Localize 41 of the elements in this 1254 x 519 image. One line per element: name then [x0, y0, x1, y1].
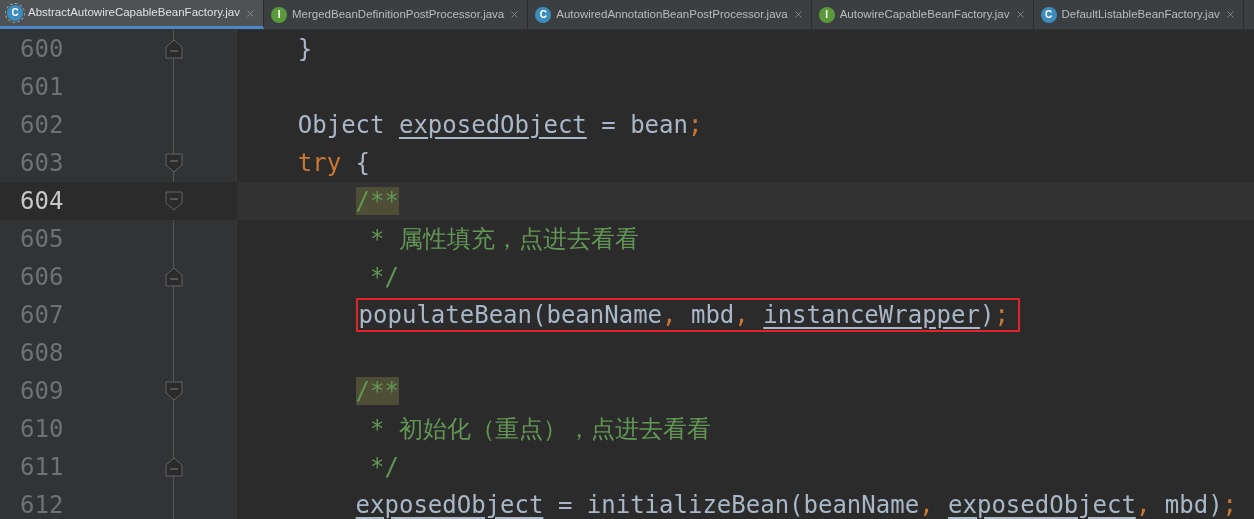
tab-label: AbstractAutowireCapableBeanFactory.jav	[28, 5, 240, 21]
abstract-class-icon: C	[7, 5, 23, 21]
close-icon[interactable]	[1014, 9, 1026, 20]
tab-label: DefaultListableBeanFactory.jav	[1061, 6, 1220, 22]
code-line: * 初始化（重点），点进去看看	[370, 414, 711, 444]
line-number: 609	[20, 376, 64, 406]
class-icon: C	[1040, 6, 1057, 23]
line-number: 602	[20, 110, 64, 140]
code-line: Object exposedObject = bean;	[297, 110, 703, 140]
file-tab[interactable]: I AutowireCapableBeanFactory.jav	[811, 0, 1034, 29]
close-icon[interactable]	[1224, 9, 1236, 20]
line-number: 610	[20, 414, 64, 444]
file-tab[interactable]: I MergedBeanDefinitionPostProcessor.java	[264, 0, 529, 29]
tab-label: AutowireCapableBeanFactory.jav	[839, 6, 1010, 22]
line-number: 604	[20, 186, 64, 216]
code-line: try {	[297, 148, 371, 178]
tab-label: MergedBeanDefinitionPostProcessor.java	[292, 6, 505, 22]
class-icon: C	[535, 6, 552, 23]
code-line: */	[370, 262, 399, 292]
line-number: 611	[20, 452, 64, 482]
line-number: 608	[20, 338, 64, 368]
line-number: 601	[20, 72, 64, 102]
line-number: 612	[20, 490, 64, 519]
close-icon[interactable]	[792, 9, 804, 20]
close-icon[interactable]	[245, 7, 256, 19]
code-line: exposedObject = initializeBean(beanName, exposedObject, mbd);	[355, 490, 1238, 519]
interface-icon: I	[271, 6, 287, 23]
code-line: }	[297, 34, 313, 64]
line-number: 600	[20, 34, 64, 64]
close-icon[interactable]	[509, 9, 521, 20]
file-tab[interactable]: C AbstractAutowireCapableBeanFactory.jav	[0, 0, 264, 29]
line-number: 606	[20, 262, 64, 292]
tab-label: AutowiredAnnotationBeanPostProcessor.java	[556, 6, 788, 22]
interface-icon: I	[818, 6, 835, 23]
file-tab[interactable]: C DefaultListableBeanFactory.jav	[1033, 0, 1244, 29]
line-number: 605	[20, 224, 64, 254]
code-line: * 属性填充，点进去看看	[370, 224, 639, 254]
line-number: 603	[20, 148, 64, 178]
file-tab[interactable]: C AutowiredAnnotationBeanPostProcessor.java	[528, 0, 812, 29]
line-number: 607	[20, 300, 64, 330]
code-line: */	[370, 452, 399, 482]
